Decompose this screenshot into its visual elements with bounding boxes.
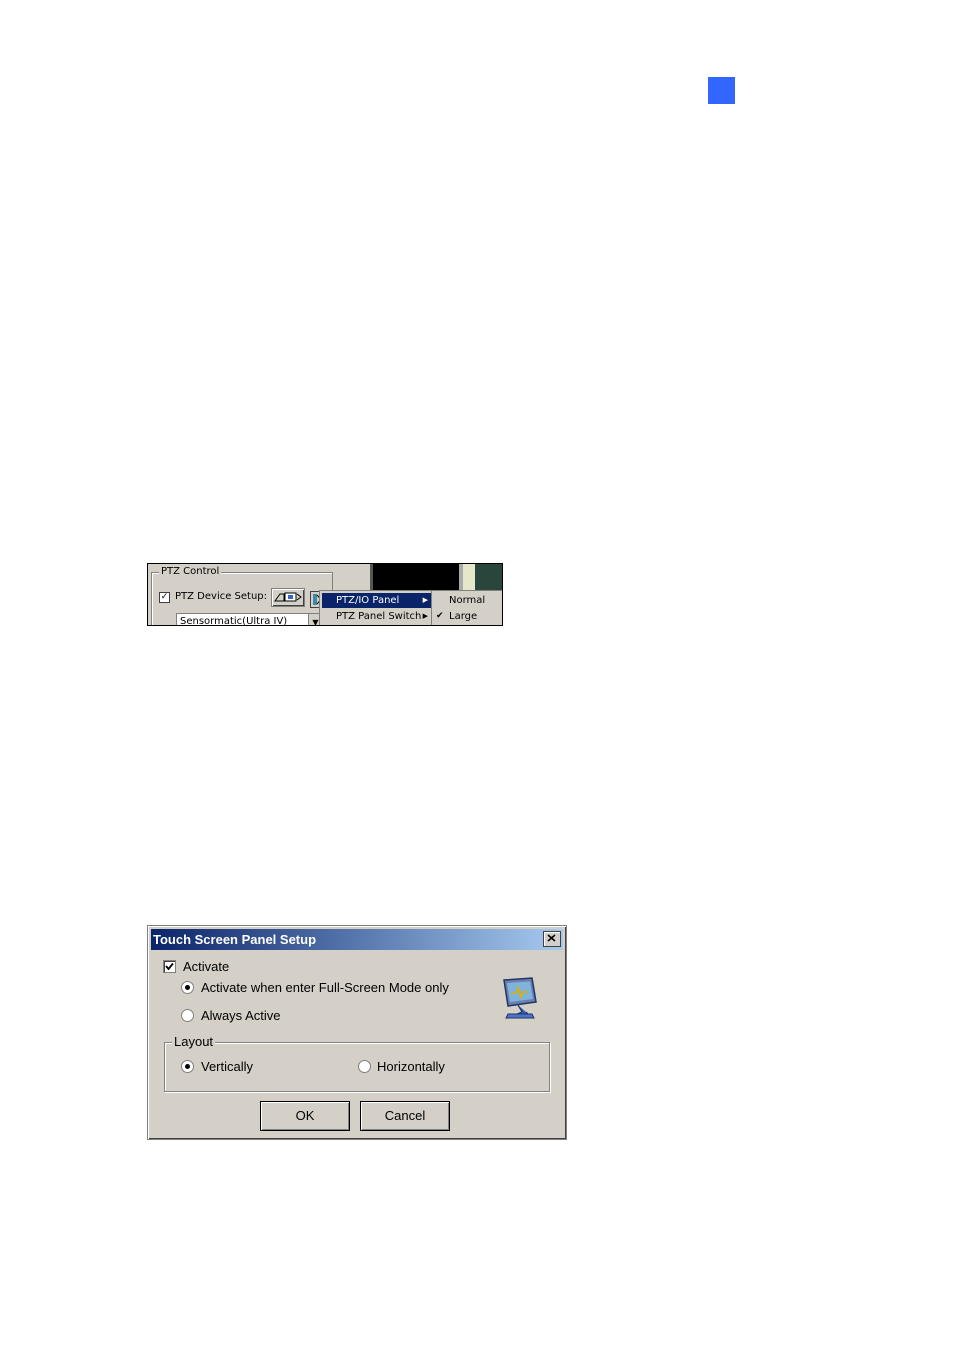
ptz-device-setup-checkbox[interactable]: ✓ — [159, 592, 170, 603]
close-button[interactable] — [543, 931, 561, 947]
submenu-item-label: Large — [449, 611, 478, 622]
full-screen-only-label: Activate when enter Full-Screen Mode onl… — [201, 980, 449, 995]
submenu-item-large[interactable]: ✔ Large — [434, 609, 501, 624]
touch-screen-monitor-icon — [503, 977, 537, 1019]
always-active-label: Always Active — [201, 1008, 281, 1023]
check-icon: ✔ — [436, 611, 444, 621]
ok-button[interactable]: OK — [260, 1101, 350, 1131]
menu-item-ptz-panel-switch[interactable]: PTZ Panel Switch ▶ — [322, 609, 431, 624]
cancel-button[interactable]: Cancel — [360, 1101, 450, 1131]
submenu-item-normal[interactable]: Normal — [434, 593, 501, 608]
layout-horizontally-label: Horizontally — [377, 1059, 445, 1074]
group-title: PTZ Control — [159, 566, 222, 577]
activate-checkbox[interactable] — [163, 960, 176, 973]
chevron-right-icon: ▶ — [422, 612, 428, 620]
video-preview — [370, 564, 460, 592]
layout-group: Layout Vertically Horizontally — [164, 1034, 550, 1092]
ptz-device-icon — [274, 592, 302, 602]
submenu-item-label: Normal — [449, 595, 486, 606]
menu-item-ptz-io-panel[interactable]: PTZ/IO Panel ▶ — [322, 593, 431, 608]
menu-item-label: PTZ/IO Panel — [336, 595, 400, 606]
layout-group-title: Layout — [172, 1034, 216, 1049]
ptz-control-screenshot: PTZ Control ✓ PTZ Device Setup: Sensorma… — [147, 563, 503, 626]
layout-horizontally-radio[interactable] — [358, 1060, 371, 1073]
video-strip — [475, 564, 502, 592]
ptz-control-group: PTZ Control ✓ PTZ Device Setup: Sensorma… — [151, 566, 333, 626]
ptz-device-setup-label: PTZ Device Setup: — [175, 591, 268, 602]
touch-screen-panel-setup-dialog: Touch Screen Panel Setup Activate Activa… — [147, 925, 567, 1140]
panel-size-submenu: Normal ✔ Large — [431, 590, 502, 625]
video-strip — [463, 564, 475, 592]
video-strip — [370, 564, 373, 592]
activate-label: Activate — [183, 959, 230, 974]
radio-selected-dot — [185, 1064, 190, 1069]
ptz-setup-button[interactable] — [271, 588, 305, 607]
selected-device: Sensormatic(Ultra IV) — [180, 616, 288, 626]
chevron-right-icon: ▶ — [422, 596, 428, 604]
menu-item-label: PTZ Panel Switch — [336, 611, 422, 622]
page-section-marker — [708, 77, 735, 104]
layout-vertically-label: Vertically — [201, 1059, 254, 1074]
radio-selected-dot — [185, 985, 190, 990]
close-icon — [547, 934, 556, 942]
always-active-radio[interactable] — [181, 1009, 194, 1022]
dialog-titlebar: Touch Screen Panel Setup — [151, 929, 563, 950]
full-screen-only-radio[interactable] — [181, 981, 194, 994]
ptz-context-menu: PTZ/IO Panel ▶ PTZ Panel Switch ▶ — [319, 590, 434, 625]
checkmark-icon — [165, 962, 174, 971]
layout-vertically-radio[interactable] — [181, 1060, 194, 1073]
ptz-device-select[interactable]: Sensormatic(Ultra IV) ▼ — [176, 613, 323, 626]
dialog-title: Touch Screen Panel Setup — [153, 932, 317, 947]
